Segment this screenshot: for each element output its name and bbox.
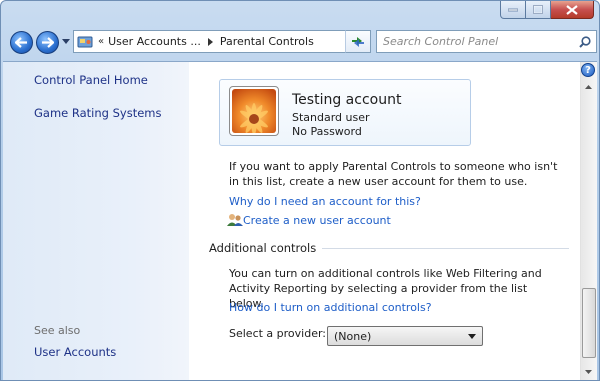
flower-picture-icon [232,89,276,133]
additional-controls-help-link[interactable]: How do I turn on additional controls? [229,301,432,314]
scroll-up-icon[interactable] [581,79,596,94]
recent-pages-dropdown-icon[interactable] [62,39,70,44]
provider-label: Select a provider: [229,327,327,340]
forward-arrow-icon [42,37,54,48]
account-name: Testing account [292,92,402,108]
user-accounts-link[interactable]: User Accounts [34,345,116,359]
scroll-down-icon[interactable] [581,364,596,379]
provider-selected-value: (None) [334,329,372,343]
refresh-button[interactable] [345,30,371,53]
vertical-scrollbar[interactable]: ? [580,62,597,380]
minimize-button[interactable] [500,1,526,19]
refresh-icon [352,36,364,47]
task-pane: Control Panel Home Game Rating Systems S… [3,62,189,380]
navigation-toolbar: « User Accounts ... Parental Controls Se… [5,28,597,58]
intro-text: If you want to apply Parental Controls t… [229,160,558,188]
breadcrumb-parental-controls[interactable]: Parental Controls [220,35,314,48]
create-user-account-link[interactable]: Create a new user account [243,214,391,227]
breadcrumb-overflow[interactable]: « [98,36,104,47]
breadcrumb-user-accounts[interactable]: User Accounts ... [108,35,201,48]
content-area: Control Panel Home Game Rating Systems S… [3,61,597,380]
control-panel-icon [77,36,93,47]
window: « User Accounts ... Parental Controls Se… [0,0,600,381]
search-icon[interactable] [579,35,591,48]
address-bar[interactable]: « User Accounts ... Parental Controls [73,30,371,53]
maximize-button[interactable] [526,1,551,19]
search-input[interactable]: Search Control Panel [377,35,579,48]
account-picture [229,86,279,136]
section-divider [322,247,569,249]
provider-select[interactable]: (None) [327,326,483,346]
caption-buttons [500,1,594,20]
breadcrumb-separator-icon[interactable] [207,37,213,46]
minimize-icon [508,8,518,11]
account-type: Standard user [292,111,370,124]
close-icon [566,4,578,15]
help-icon[interactable]: ? [581,63,595,77]
see-also-heading: See also [34,324,81,337]
user-account-tile[interactable]: Testing account Standard user No Passwor… [219,79,471,146]
why-need-account-link[interactable]: Why do I need an account for this? [229,195,421,208]
additional-controls-heading: Additional controls [209,241,317,255]
scrollbar-thumb[interactable] [582,288,596,358]
forward-button[interactable] [36,31,59,54]
maximize-icon [533,5,543,14]
game-rating-systems-link[interactable]: Game Rating Systems [34,106,162,120]
account-password-status: No Password [292,125,362,138]
close-button[interactable] [551,1,594,19]
chevron-down-icon [468,333,476,339]
users-icon [227,214,243,226]
back-arrow-icon [15,37,27,48]
back-button[interactable] [10,31,33,54]
control-panel-home-link[interactable]: Control Panel Home [34,73,148,87]
additional-controls-section: Additional controls [209,241,569,255]
search-box[interactable]: Search Control Panel [376,30,597,53]
main-panel: Testing account Standard user No Passwor… [189,62,579,380]
